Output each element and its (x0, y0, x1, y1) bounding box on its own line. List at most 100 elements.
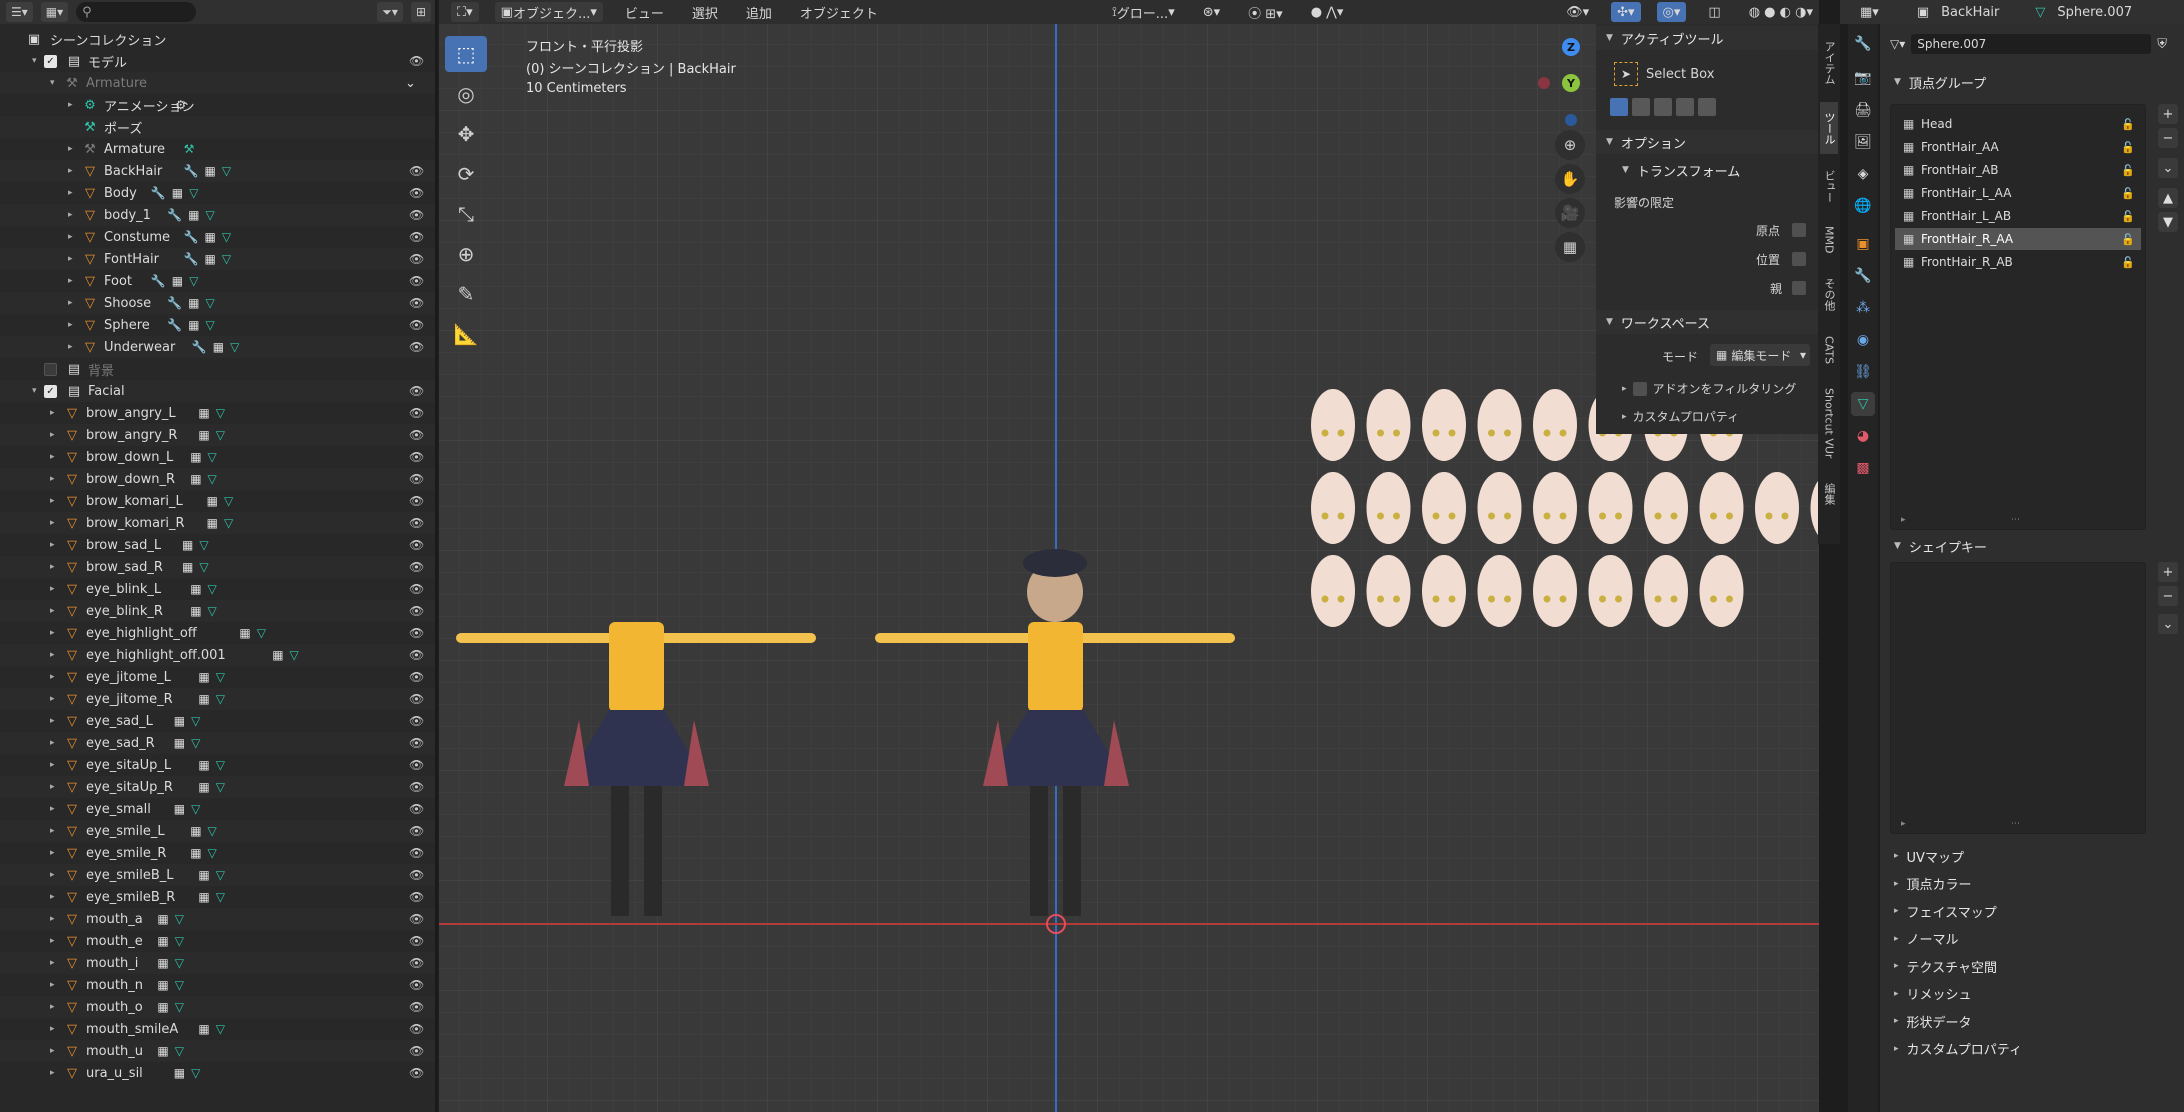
expand-triangle-icon[interactable]: ▸ (68, 342, 78, 352)
expand-triangle-icon[interactable]: ▸ (68, 276, 78, 286)
mesh-data-icon[interactable]: ▽ (257, 626, 266, 640)
unlock-icon[interactable]: 🔓 (2121, 118, 2135, 131)
mesh-data-icon[interactable]: ▽ (216, 868, 225, 882)
data-tab-icon[interactable]: ▽ (1851, 392, 1875, 416)
visibility-eye-icon[interactable]: 👁 (409, 230, 424, 244)
outliner-row[interactable]: ▾ ✓ ▤ Facial 👁 (0, 380, 435, 402)
visibility-eye-icon[interactable]: 👁 (409, 164, 424, 178)
outliner-row[interactable]: ▸ ▽ FontHair 🔧 ▦ ▽ 👁 (0, 248, 435, 270)
mesh-data-icon[interactable]: ▽ (216, 758, 225, 772)
vertex-groups-icon[interactable]: ▦ (198, 868, 209, 882)
outliner-row[interactable]: ▸ ▽ eye_smileB_L ▦ ▽ 👁 (0, 864, 435, 886)
material-tab-icon[interactable]: ◕ (1851, 424, 1875, 448)
vertex-groups-icon[interactable]: ▦ (198, 890, 209, 904)
mesh-name-field[interactable]: Sphere.007 (1911, 34, 2152, 54)
mesh-data-icon[interactable]: ▽ (208, 604, 217, 618)
facial-head[interactable] (1477, 472, 1522, 544)
vertex-groups-icon[interactable]: ▦ (190, 824, 201, 838)
outliner-row[interactable]: ▸ ⚙ アニメーション ⚙ (0, 94, 435, 116)
mesh-data-icon[interactable]: ▽ (189, 186, 198, 200)
visibility-eye-icon[interactable]: 👁 (409, 802, 424, 816)
expand-triangle-icon[interactable]: ▸ (50, 496, 60, 506)
filter-addons-row[interactable]: ▸ アドオンをフィルタリング (1622, 380, 1796, 397)
mesh-data-icon[interactable]: ▽ (175, 912, 184, 926)
outliner-row[interactable]: ▸ ▽ mouth_i ▦ ▽ 👁 (0, 952, 435, 974)
outliner-row[interactable]: ▸ ▽ eye_jitome_R ▦ ▽ 👁 (0, 688, 435, 710)
expand-triangle-icon[interactable]: ▸ (50, 958, 60, 968)
mesh-data-icon[interactable]: ▽ (216, 406, 225, 420)
mode-new-icon[interactable] (1610, 98, 1628, 116)
outliner-row[interactable]: ▸ ▽ mouth_n ▦ ▽ 👁 (0, 974, 435, 996)
display-mode-button[interactable]: ▦▾ (40, 2, 69, 22)
outliner-row[interactable]: ▸ ▽ mouth_e ▦ ▽ 👁 (0, 930, 435, 952)
outliner-row[interactable]: ▸ ▽ eye_highlight_off.001 ▦ ▽ 👁 (0, 644, 435, 666)
expand-triangle-icon[interactable]: ▸ (50, 848, 60, 858)
filter-addons-checkbox[interactable] (1632, 381, 1647, 396)
add-shape-key-button[interactable]: + (2158, 562, 2178, 582)
outliner-row[interactable]: ▸ ▽ Foot 🔧 ▦ ▽ 👁 (0, 270, 435, 292)
expand-triangle-icon[interactable]: ▸ (50, 672, 60, 682)
vertex-group-item[interactable]: ▦ FrontHair_R_AA 🔓 (1895, 228, 2141, 250)
expand-triangle-icon[interactable]: ▸ (50, 562, 60, 572)
visibility-eye-icon[interactable]: 👁 (409, 670, 424, 684)
mesh-data-icon[interactable]: ▽ (216, 1022, 225, 1036)
expand-triangle-icon[interactable]: ▸ (50, 628, 60, 638)
outliner-row[interactable]: ▸ ▽ eye_highlight_off ▦ ▽ 👁 (0, 622, 435, 644)
vertex-groups-icon[interactable]: ▦ (190, 846, 201, 860)
pan-hand-icon[interactable]: ✋ (1555, 164, 1585, 194)
outliner-row[interactable]: ⚒ ポーズ (0, 116, 435, 138)
vertex-groups-icon[interactable]: ▦ (172, 274, 183, 288)
expand-triangle-icon[interactable]: ▸ (50, 452, 60, 462)
expand-triangle-icon[interactable]: ▸ (50, 1068, 60, 1078)
outliner-row[interactable]: ▸ ▽ brow_angry_L ▦ ▽ 👁 (0, 402, 435, 424)
visibility-eye-icon[interactable]: 👁 (409, 846, 424, 860)
vertex-groups-icon[interactable]: ▦ (190, 472, 201, 486)
modifier-icon[interactable]: 🔧 (184, 230, 199, 244)
tab-mmd[interactable]: MMD (1820, 218, 1838, 262)
collapsed-section[interactable]: ▸ フェイスマップ (1886, 899, 2182, 923)
origins-checkbox[interactable] (1792, 223, 1806, 237)
collapsed-section[interactable]: ▸ リメッシュ (1886, 982, 2182, 1006)
expand-triangle-icon[interactable]: ▸ (50, 738, 60, 748)
collapsed-section[interactable]: ▸ ノーマル (1886, 927, 2182, 951)
facial-head[interactable] (1533, 389, 1577, 461)
expand-triangle-icon[interactable]: ▸ (50, 826, 60, 836)
vertex-groups-icon[interactable]: ▦ (174, 1066, 185, 1080)
vertex-groups-icon[interactable]: ▦ (198, 1022, 209, 1036)
outliner-row[interactable]: ▸ ▽ eye_blink_L ▦ ▽ 👁 (0, 578, 435, 600)
editor-type-button[interactable]: ☰▾ (6, 2, 33, 22)
properties-editor-icon[interactable]: ▦▾ (1860, 5, 1879, 20)
vertex-groups-icon[interactable]: ▦ (205, 164, 216, 178)
vertex-groups-icon[interactable]: ▦ (198, 692, 209, 706)
vertex-groups-icon[interactable]: ▦ (157, 956, 168, 970)
vertex-groups-icon[interactable]: ▦ (157, 912, 168, 926)
expand-triangle-icon[interactable]: ▸ (50, 518, 60, 528)
tab-view[interactable]: ビュー (1820, 158, 1838, 214)
expand-triangle-icon[interactable]: ▸ (68, 320, 78, 330)
mesh-data-icon[interactable]: ▽ (216, 670, 225, 684)
facial-head[interactable] (1311, 389, 1355, 461)
axis-z-button[interactable]: Z (1562, 38, 1580, 56)
expand-triangle-icon[interactable]: ▸ (50, 650, 60, 660)
outliner-row[interactable]: ▸ ▽ brow_komari_L ▦ ▽ 👁 (0, 490, 435, 512)
collection-checkbox[interactable]: ✓ (44, 54, 57, 68)
vertex-groups-icon[interactable]: ▦ (174, 714, 185, 728)
vertex-group-item[interactable]: ▦ FrontHair_AB 🔓 (1895, 159, 2141, 181)
texture-tab-icon[interactable]: ▩ (1851, 456, 1875, 480)
expand-triangle-icon[interactable]: ▸ (50, 870, 60, 880)
visibility-eye-icon[interactable]: 👁 (409, 252, 424, 266)
facial-head[interactable] (1699, 555, 1744, 627)
visibility-eye-icon[interactable]: 👁 (409, 934, 424, 948)
output-tab-icon[interactable]: 🖨 (1851, 98, 1875, 122)
tab-edit[interactable]: 編集 (1820, 472, 1838, 516)
outliner-row[interactable]: ▸ ▽ Underwear 🔧 ▦ ▽ 👁 (0, 336, 435, 358)
visibility-eye-icon[interactable]: 👁 (409, 274, 424, 288)
visibility-eye-icon[interactable]: 👁 (409, 538, 424, 552)
mesh-data-icon[interactable]: ▽ (216, 428, 225, 442)
outliner-row[interactable]: ▸ ▽ eye_small ▦ ▽ 👁 (0, 798, 435, 820)
visibility-eye-icon[interactable]: 👁 (409, 1000, 424, 1014)
facial-head[interactable] (1755, 472, 1799, 544)
visibility-eye-icon[interactable]: 👁 (409, 494, 424, 508)
tab-tool[interactable]: ツール (1820, 102, 1838, 154)
header-data-name[interactable]: Sphere.007 (2057, 5, 2132, 20)
